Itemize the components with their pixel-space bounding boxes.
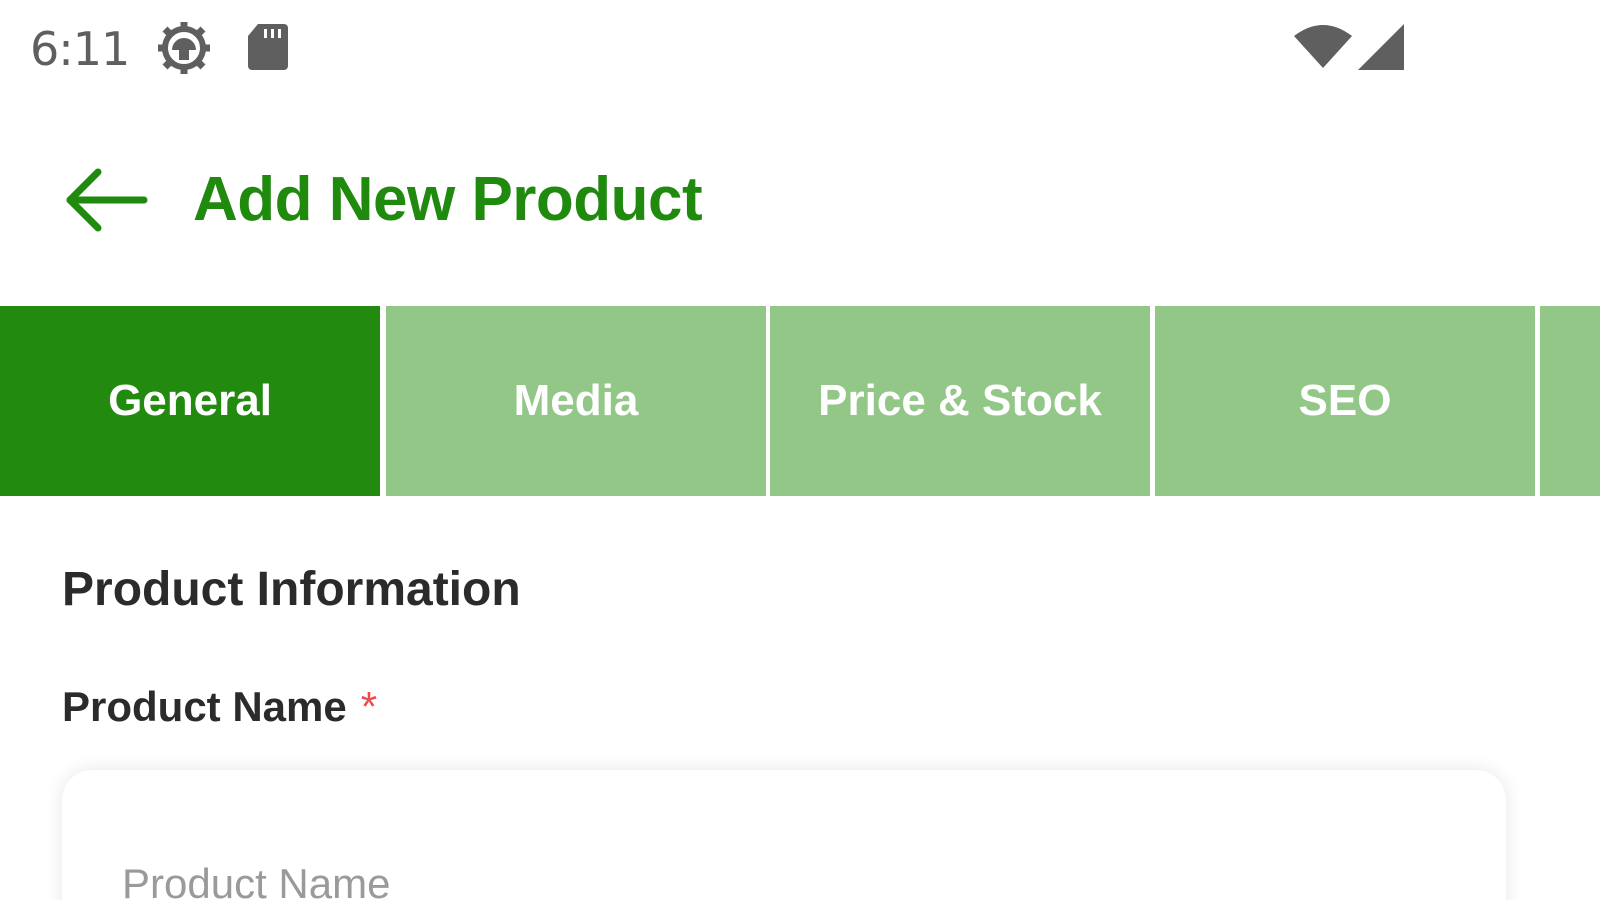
wifi-icon <box>1294 25 1352 68</box>
tab-price-stock[interactable]: Price & Stock <box>770 306 1150 496</box>
product-name-input[interactable] <box>62 770 1506 900</box>
sd-card-icon <box>248 24 288 70</box>
cellular-signal-icon <box>1358 24 1404 70</box>
product-name-field <box>62 770 1506 900</box>
tab-seo[interactable]: SEO <box>1155 306 1535 496</box>
section-title: Product Information <box>62 563 521 616</box>
product-name-label-text: Product Name <box>62 683 347 730</box>
app-bar: Add New Product <box>0 140 1600 260</box>
status-bar: 6:11 <box>0 0 1600 100</box>
page-title: Add New Product <box>193 165 703 234</box>
tab-bar: General Media Price & Stock SEO <box>0 306 1600 496</box>
tab-media[interactable]: Media <box>386 306 766 496</box>
add-product-screen: 6:11 Add New Product General Media Price… <box>0 0 1600 900</box>
product-name-label: Product Name * <box>62 683 377 731</box>
settings-gear-icon <box>158 22 210 74</box>
status-time: 6:11 <box>30 22 130 76</box>
back-arrow-icon[interactable] <box>60 160 152 240</box>
required-marker: * <box>360 683 378 730</box>
tab-overflow[interactable] <box>1540 306 1600 496</box>
tab-general[interactable]: General <box>0 306 380 496</box>
